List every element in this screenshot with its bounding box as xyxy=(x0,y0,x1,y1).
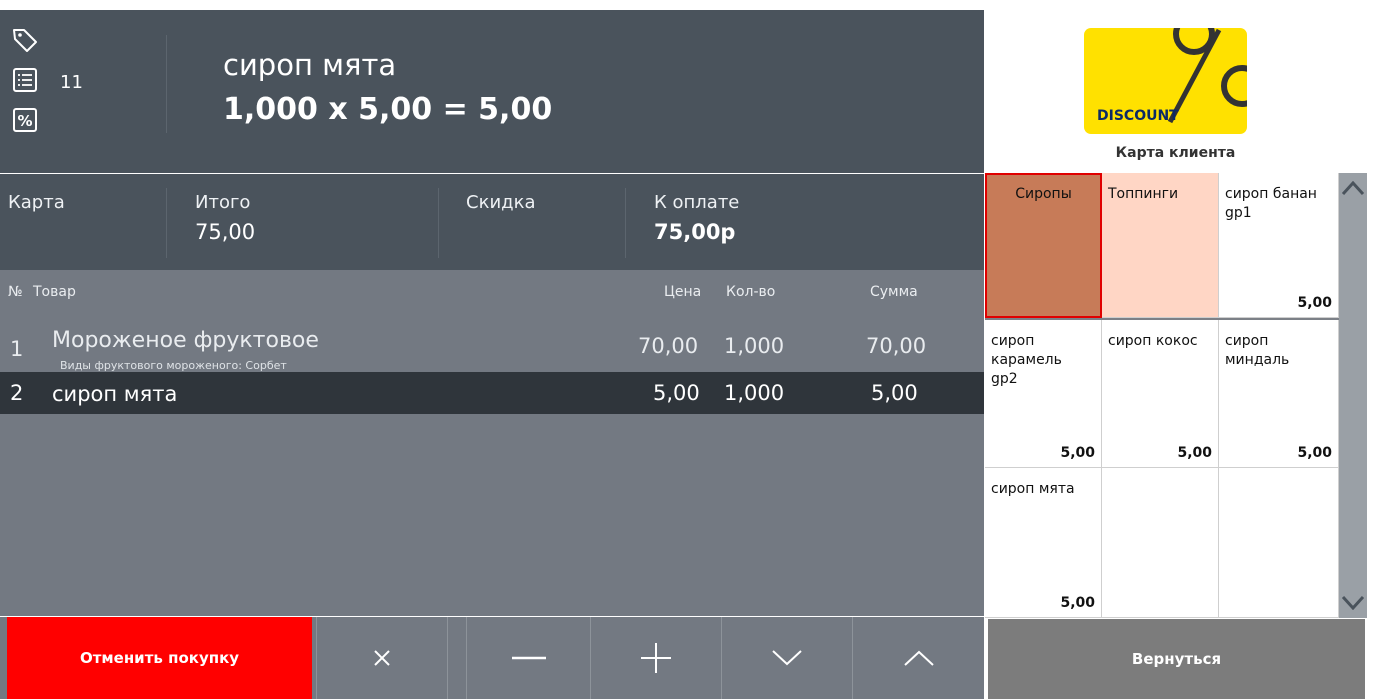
col-no: № xyxy=(8,284,23,300)
receipt-pane: % 11 сироп мята 1,000 x 5,00 = 5,00 Карт… xyxy=(0,10,984,699)
row-item-name: Мороженое фруктовое xyxy=(52,328,319,353)
tile-price: 5,00 xyxy=(1297,445,1332,461)
row-item-modifier: Виды фруктового мороженого: Сорбет xyxy=(60,359,287,372)
tile-price: 5,00 xyxy=(1060,445,1095,461)
action-bar: Отменить покупку xyxy=(0,617,984,699)
to-pay-value: 75,00р xyxy=(654,220,736,244)
tile-name: Сиропы xyxy=(1015,186,1072,202)
tile-name: сироп миндаль xyxy=(1225,333,1290,368)
discount-label: Скидка xyxy=(466,192,536,213)
svg-text:%: % xyxy=(17,112,32,130)
last-item-name: сироп мята xyxy=(223,48,397,82)
catalog-scrollbar[interactable] xyxy=(1339,173,1367,618)
minus-icon xyxy=(511,656,546,660)
tile-price: 5,00 xyxy=(1297,295,1332,311)
tile-name: сироп банан gp1 xyxy=(1225,186,1317,221)
product-tile[interactable]: сироп банан gp1 5,00 xyxy=(1219,173,1339,318)
move-up-button[interactable] xyxy=(852,617,984,699)
client-card-label: Карта клиента xyxy=(1115,145,1236,161)
product-tile[interactable]: сироп кокос 5,00 xyxy=(1102,320,1219,468)
pos-screen: % 11 сироп мята 1,000 x 5,00 = 5,00 Карт… xyxy=(0,0,1373,699)
row-qty: 1,000 xyxy=(724,381,785,405)
total-label: Итого xyxy=(195,192,251,213)
increase-qty-button[interactable] xyxy=(590,617,721,699)
row-qty: 1,000 xyxy=(724,334,785,358)
total-value: 75,00 xyxy=(195,220,256,244)
row-number: 1 xyxy=(10,337,24,361)
to-pay-label: К оплате xyxy=(654,192,740,213)
scroll-up-icon[interactable] xyxy=(1342,181,1364,195)
row-sum: 5,00 xyxy=(871,381,918,405)
discount-badge-text: DISCOUNT xyxy=(1097,108,1179,124)
percent-icon[interactable]: % xyxy=(10,106,40,134)
product-tile[interactable]: сироп мята 5,00 xyxy=(985,468,1102,618)
row-item-name: сироп мята xyxy=(52,382,178,406)
divider xyxy=(166,188,167,258)
col-price: Цена xyxy=(664,284,702,300)
delete-item-button[interactable] xyxy=(316,617,447,699)
tile-price: 5,00 xyxy=(1060,595,1095,611)
tile-name: сироп карамель gp2 xyxy=(991,333,1062,387)
card-label: Карта xyxy=(8,192,65,213)
tile-name: сироп кокос xyxy=(1108,333,1198,349)
divider xyxy=(625,188,626,258)
list-icon[interactable] xyxy=(10,66,40,94)
row-number: 2 xyxy=(10,381,24,405)
empty-tile xyxy=(1102,468,1219,618)
last-item-formula: 1,000 x 5,00 = 5,00 xyxy=(223,92,553,127)
decrease-qty-button[interactable] xyxy=(466,617,590,699)
catalog-pane: DISCOUNT Карта клиента Сиропы Топпинги с… xyxy=(984,10,1373,699)
last-item-header: % 11 сироп мята 1,000 x 5,00 = 5,00 xyxy=(0,10,984,173)
cancel-purchase-button[interactable]: Отменить покупку xyxy=(7,617,312,699)
close-icon xyxy=(374,650,390,666)
divider xyxy=(438,188,439,258)
order-number: 11 xyxy=(60,72,83,93)
row-sum: 70,00 xyxy=(866,334,927,358)
client-card-button[interactable]: DISCOUNT xyxy=(1084,28,1247,134)
table-row-selected[interactable]: 2 сироп мята 5,00 1,000 5,00 xyxy=(0,372,984,414)
tile-name: Топпинги xyxy=(1108,186,1179,202)
row-price: 70,00 xyxy=(638,334,699,358)
receipt-table: № Товар Цена Кол-во Сумма 1 Мороженое фр… xyxy=(0,270,984,616)
col-sum: Сумма xyxy=(870,284,918,300)
plus-icon xyxy=(641,643,671,673)
tile-name: сироп мята xyxy=(991,481,1075,497)
category-tile-syrups[interactable]: Сиропы xyxy=(985,173,1102,318)
col-qty: Кол-во xyxy=(726,284,776,300)
chevron-down-icon xyxy=(772,650,802,666)
category-tile-toppings[interactable]: Топпинги xyxy=(1102,173,1219,318)
divider xyxy=(166,35,167,133)
tag-icon[interactable] xyxy=(10,26,40,54)
catalog-grid: Сиропы Топпинги сироп банан gp1 5,00 сир… xyxy=(985,173,1339,618)
col-item: Товар xyxy=(33,284,76,300)
product-tile[interactable]: сироп карамель gp2 5,00 xyxy=(985,320,1102,468)
divider xyxy=(447,617,466,699)
scroll-down-icon[interactable] xyxy=(1342,596,1364,610)
product-tile[interactable]: сироп миндаль 5,00 xyxy=(1219,320,1339,468)
back-button[interactable]: Вернуться xyxy=(988,619,1365,699)
move-down-button[interactable] xyxy=(721,617,852,699)
row-price: 5,00 xyxy=(653,381,700,405)
chevron-up-icon xyxy=(903,650,934,666)
tile-price: 5,00 xyxy=(1177,445,1212,461)
totals-bar: Карта Итого 75,00 Скидка К оплате 75,00р xyxy=(0,174,984,270)
table-row[interactable]: 1 Мороженое фруктовое Виды фруктового мо… xyxy=(0,320,984,378)
empty-tile xyxy=(1219,468,1339,618)
